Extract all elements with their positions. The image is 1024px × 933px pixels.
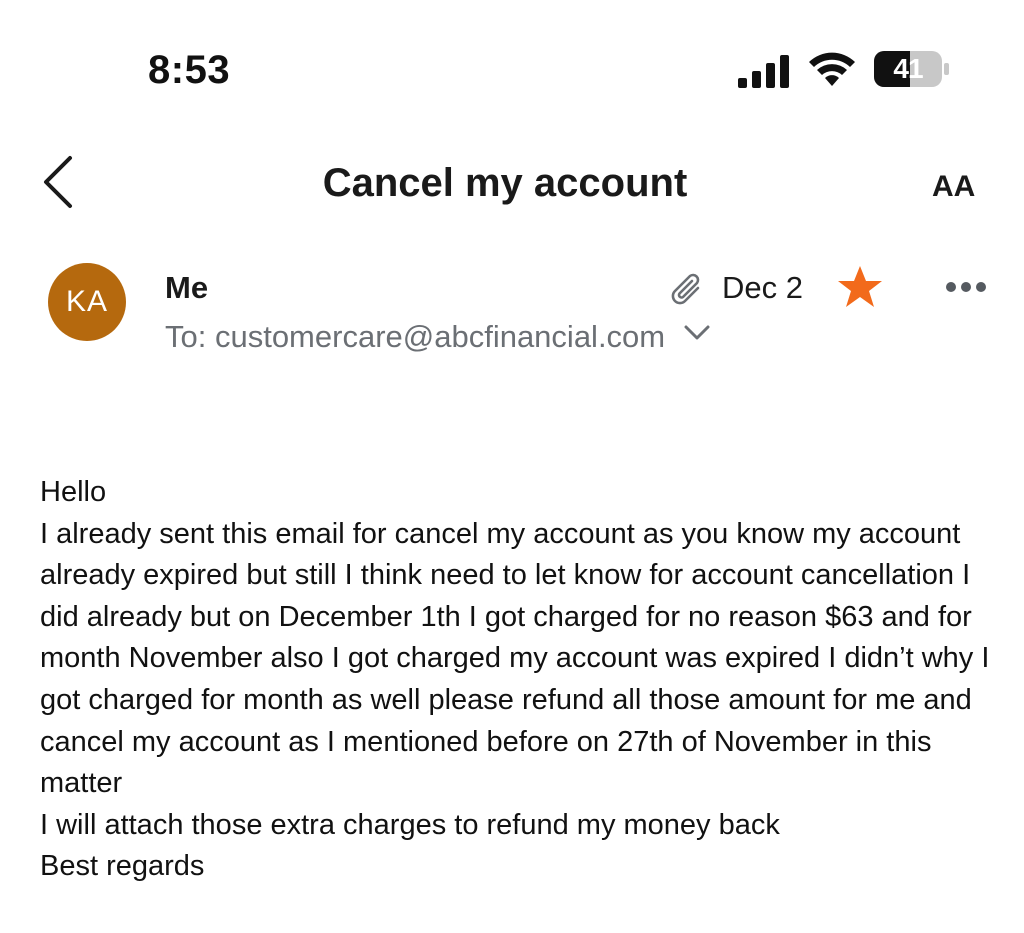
email-subject-title: Cancel my account (322, 161, 688, 205)
avatar: KA (48, 263, 126, 341)
signal-icon (738, 55, 789, 88)
email-date: Dec 2 (722, 270, 803, 305)
text-size-label: AA (932, 170, 975, 203)
email-greeting: Hello (40, 476, 107, 508)
email-closing-line: I will attach those extra charges to ref… (40, 808, 780, 841)
wifi-icon (809, 52, 855, 86)
recipient-text: To: customercare@abcfinancial.com (165, 318, 666, 354)
chevron-down-icon[interactable] (684, 325, 710, 341)
recipient-line[interactable]: To: customercare@abcfinancial.com (165, 315, 710, 357)
paperclip-icon (671, 273, 700, 305)
more-icon[interactable] (944, 280, 988, 294)
status-icons: 41 (738, 50, 958, 90)
email-paragraph: I already sent this email for cancel my … (40, 517, 990, 800)
star-icon[interactable] (836, 264, 884, 310)
text-size-icon: AA (932, 170, 975, 203)
email-sign-off: Best regards (40, 850, 205, 883)
email-body: Hello I already sent this email for canc… (40, 472, 1000, 888)
text-size-button[interactable]: AA (932, 160, 994, 204)
battery-level: 41 (893, 53, 923, 84)
sender-name: Me (165, 270, 209, 305)
status-time: 8:53 (148, 48, 231, 92)
